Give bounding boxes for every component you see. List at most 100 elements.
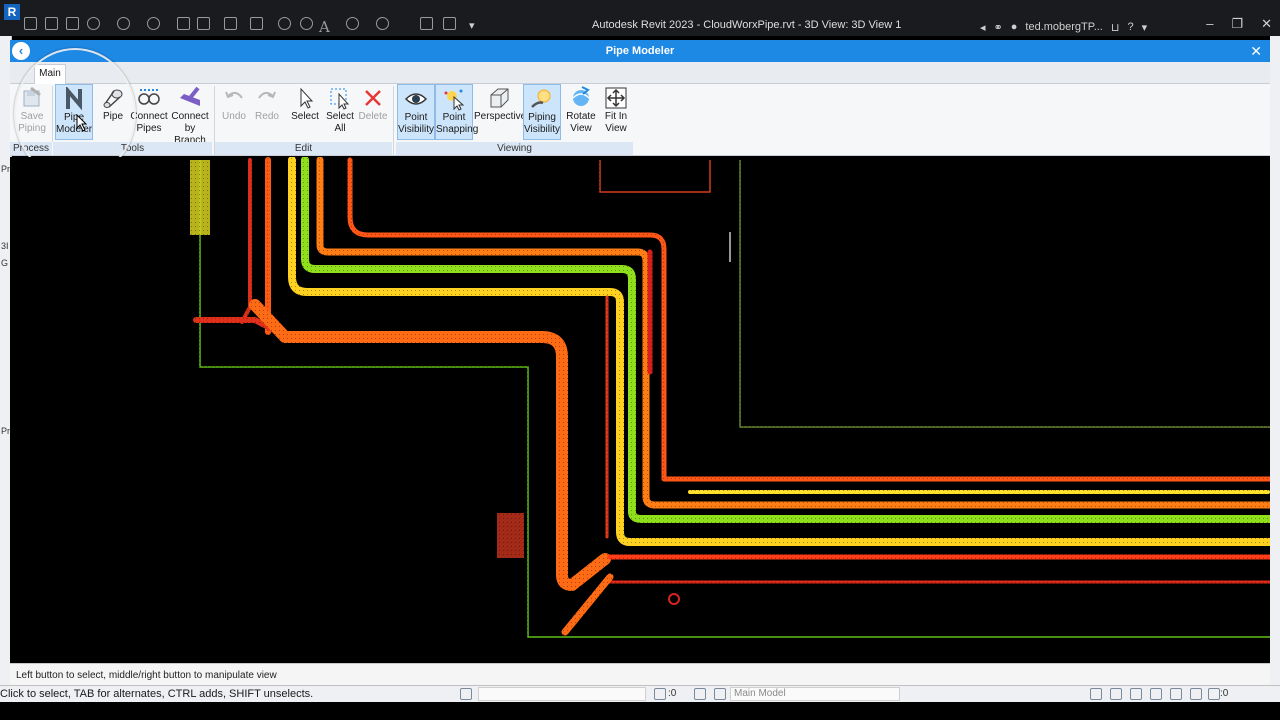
pipe-modeler-title-bar: ‹ Pipe Modeler ✕ xyxy=(10,40,1270,62)
ribbon: Save Piping Pipe Modeler Pipe Connect Pi… xyxy=(10,84,1270,156)
face-select-icon[interactable] xyxy=(1150,688,1162,700)
sync-icon[interactable] xyxy=(87,17,100,30)
design-model-dropdown[interactable]: Main Model xyxy=(730,687,900,701)
point-snapping-label-2: Snapping xyxy=(436,124,479,135)
binoculars-icon[interactable]: ⚭ xyxy=(994,21,1003,34)
piping-visibility-button[interactable]: Piping Visibility xyxy=(523,84,561,140)
point-snapping-label: Point xyxy=(442,112,466,123)
delete-button[interactable]: Delete xyxy=(356,84,390,140)
filter-count-b: :0 xyxy=(1220,688,1229,699)
perspective-button[interactable]: Perspective xyxy=(474,84,527,140)
perspective-label: Perspective xyxy=(474,111,527,122)
dialog-title: Pipe Modeler xyxy=(605,45,675,57)
pointer-icon xyxy=(300,87,314,109)
connect-pipes-icon xyxy=(138,89,160,105)
revit-logo-icon[interactable]: R xyxy=(4,4,20,20)
section-icon[interactable] xyxy=(376,17,389,30)
connect-by-branch-button[interactable]: Connect by Branch xyxy=(168,84,212,146)
lightbulb-icon xyxy=(531,89,551,108)
filter-count-a: :0 xyxy=(668,688,677,699)
underlay-select-icon[interactable] xyxy=(1110,688,1122,700)
bottom-strip xyxy=(0,702,1280,720)
folder-icon[interactable] xyxy=(45,17,58,30)
dialog-status-text: Left button to select, middle/right butt… xyxy=(16,670,277,681)
dialog-close-icon[interactable]: ✕ xyxy=(1250,43,1262,60)
chevron-left-icon[interactable]: ◂ xyxy=(980,21,986,34)
tag-icon[interactable] xyxy=(278,17,291,30)
point-visibility-label: Point xyxy=(404,112,428,123)
workset-icon[interactable] xyxy=(460,688,472,700)
window-controls: – ❐ ✕ xyxy=(1206,16,1272,32)
undo-button[interactable]: Undo xyxy=(218,84,250,140)
view-3d-icon[interactable] xyxy=(346,17,359,30)
close-hidden-icon[interactable] xyxy=(420,17,433,30)
group-edit-label: Edit xyxy=(215,142,393,155)
delete-label: Delete xyxy=(358,111,388,122)
pinned-select-icon[interactable] xyxy=(1130,688,1142,700)
customize-qat-icon[interactable]: ▾ xyxy=(469,19,475,32)
redo-button[interactable]: Redo xyxy=(250,84,284,140)
help-icon[interactable]: ? xyxy=(1127,21,1133,33)
close-icon[interactable]: ✕ xyxy=(1261,16,1272,32)
link-select-icon[interactable] xyxy=(1090,688,1102,700)
3d-viewport[interactable] xyxy=(10,157,1270,663)
drag-select-icon[interactable] xyxy=(1170,688,1182,700)
redo-arrow-icon xyxy=(258,91,276,99)
redo-label: Redo xyxy=(255,111,279,122)
save-icon[interactable] xyxy=(66,17,79,30)
snapping-icon xyxy=(444,89,465,111)
background-processes-icon[interactable] xyxy=(1190,688,1202,700)
rotate-view-label-2: View xyxy=(570,123,592,134)
open-icon[interactable] xyxy=(24,17,37,30)
filter-icon[interactable] xyxy=(1208,688,1220,700)
workset-dropdown[interactable] xyxy=(478,687,646,701)
exclude-options-icon[interactable] xyxy=(714,688,726,700)
dimension-icon[interactable] xyxy=(250,17,263,30)
right-panel-edge xyxy=(1270,36,1280,686)
delete-x-icon xyxy=(365,90,381,106)
select-all-label: Select xyxy=(326,111,354,122)
text-icon[interactable]: A xyxy=(319,18,330,36)
title-right-tools: ◂ ⚭ ● ted.mobergTP... ⊔ ? ▾ xyxy=(980,19,1147,35)
annotate-icon[interactable] xyxy=(300,17,313,30)
eye-icon xyxy=(404,93,428,105)
connect-by-branch-label: Connect xyxy=(171,111,209,122)
cart-icon[interactable]: ⊔ xyxy=(1111,21,1120,34)
editable-only-icon[interactable] xyxy=(654,688,666,700)
restore-icon[interactable]: ❐ xyxy=(1231,16,1243,32)
measure-icon[interactable] xyxy=(224,17,237,30)
design-options-icon[interactable] xyxy=(694,688,706,700)
group-viewing-label: Viewing xyxy=(396,142,634,155)
piping-visibility-label-2: Visibility xyxy=(524,124,560,135)
perspective-cube-icon xyxy=(490,88,509,108)
document-icon[interactable] xyxy=(197,17,210,30)
point-cloud-render xyxy=(10,157,1270,663)
select-all-button[interactable]: Select All xyxy=(324,84,356,140)
undo-icon[interactable] xyxy=(117,17,130,30)
rotate-view-button[interactable]: Rotate View xyxy=(563,84,599,140)
point-visibility-button[interactable]: Point Visibility xyxy=(397,84,435,140)
fit-in-view-button[interactable]: Fit In View xyxy=(598,84,634,140)
revit-title-bar: R A ▾ Autodesk Revit 2023 - CloudWorxPip… xyxy=(0,0,1280,36)
select-button[interactable]: Select xyxy=(288,84,322,140)
fit-in-view-label-2: View xyxy=(605,123,627,134)
connect-pipes-label-2: Pipes xyxy=(136,123,162,134)
point-visibility-label-2: Visibility xyxy=(398,124,434,135)
connect-by-branch-icon xyxy=(180,86,200,106)
mouse-cursor-icon xyxy=(76,114,88,132)
revit-status-bar: Click to select, TAB for alternates, CTR… xyxy=(0,685,1280,702)
minimize-icon[interactable]: – xyxy=(1206,16,1213,32)
separator xyxy=(393,86,394,156)
rotate-globe-icon xyxy=(572,86,590,106)
ribbon-tab-bar: Main xyxy=(10,62,1270,85)
fit-view-icon xyxy=(605,87,627,109)
user-name[interactable]: ted.mobergTP... xyxy=(1025,21,1102,33)
print-icon[interactable] xyxy=(177,17,190,30)
point-snapping-button[interactable]: Point Snapping xyxy=(435,84,479,140)
switch-windows-icon[interactable] xyxy=(443,17,456,30)
select-label: Select xyxy=(291,111,319,122)
redo-icon[interactable] xyxy=(147,17,160,30)
select-all-icon xyxy=(330,88,350,110)
chevron-down-icon[interactable]: ▾ xyxy=(1142,21,1148,34)
user-icon[interactable]: ● xyxy=(1011,21,1018,33)
